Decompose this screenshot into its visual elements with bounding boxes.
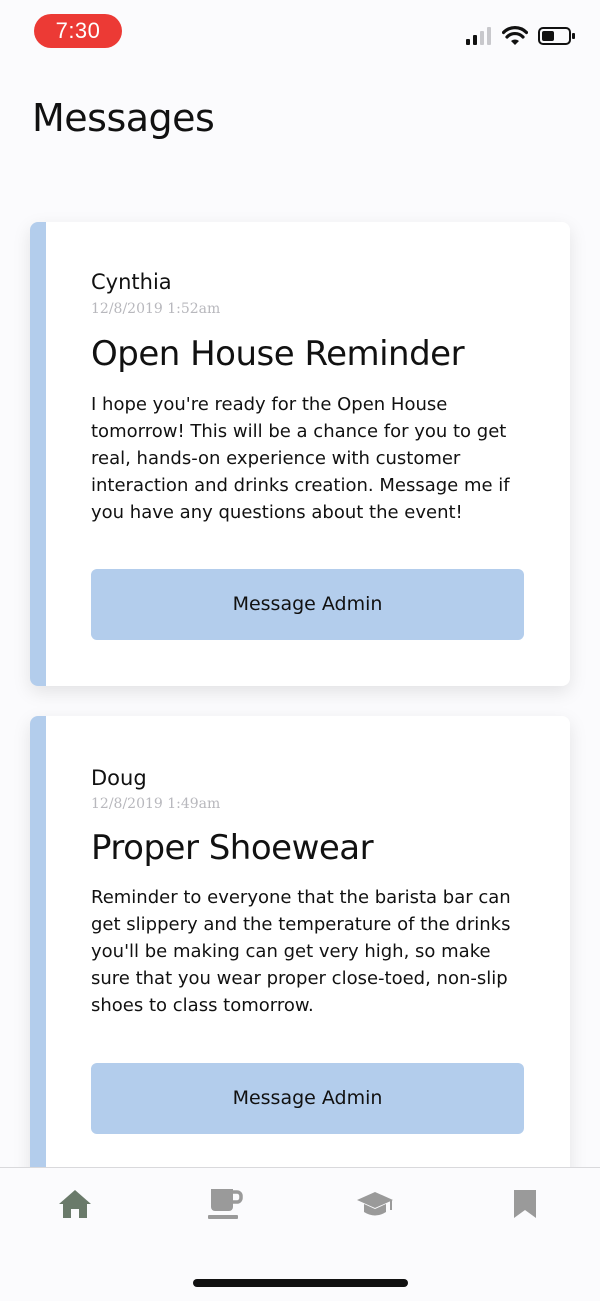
- card-accent-bar: [30, 716, 46, 1236]
- message-admin-button[interactable]: Message Admin: [91, 569, 524, 640]
- tab-home[interactable]: [55, 1186, 95, 1226]
- message-card: Cynthia 12/8/2019 1:52am Open House Remi…: [30, 222, 570, 686]
- card-accent-bar: [30, 222, 46, 686]
- status-time[interactable]: 7:30: [34, 14, 122, 48]
- status-icons: [466, 24, 576, 48]
- status-bar: 7:30: [0, 0, 600, 64]
- home-icon: [58, 1188, 92, 1224]
- message-body: I hope you're ready for the Open House t…: [91, 394, 510, 523]
- tab-learn[interactable]: [355, 1186, 395, 1226]
- message-title: Open House Reminder: [91, 334, 465, 374]
- message-body: Reminder to everyone that the barista ba…: [91, 887, 511, 1016]
- coffee-cup-icon: [207, 1187, 243, 1225]
- home-indicator[interactable]: [193, 1279, 408, 1287]
- wifi-icon: [502, 26, 528, 46]
- signal-icon: [466, 27, 492, 45]
- tab-coffee[interactable]: [205, 1186, 245, 1226]
- message-sender: Cynthia: [91, 270, 172, 294]
- message-admin-button[interactable]: Message Admin: [91, 1063, 524, 1134]
- graduation-cap-icon: [356, 1189, 394, 1223]
- message-timestamp: 12/8/2019 1:49am: [91, 796, 221, 812]
- message-title: Proper Shoewear: [91, 828, 374, 868]
- page-title: Messages: [32, 96, 215, 140]
- message-card: Doug 12/8/2019 1:49am Proper Shoewear Re…: [30, 716, 570, 1236]
- message-timestamp: 12/8/2019 1:52am: [91, 301, 221, 317]
- bookmark-icon: [512, 1188, 538, 1224]
- message-sender: Doug: [91, 766, 147, 790]
- tab-bookmark[interactable]: [505, 1186, 545, 1226]
- battery-icon: [538, 26, 576, 46]
